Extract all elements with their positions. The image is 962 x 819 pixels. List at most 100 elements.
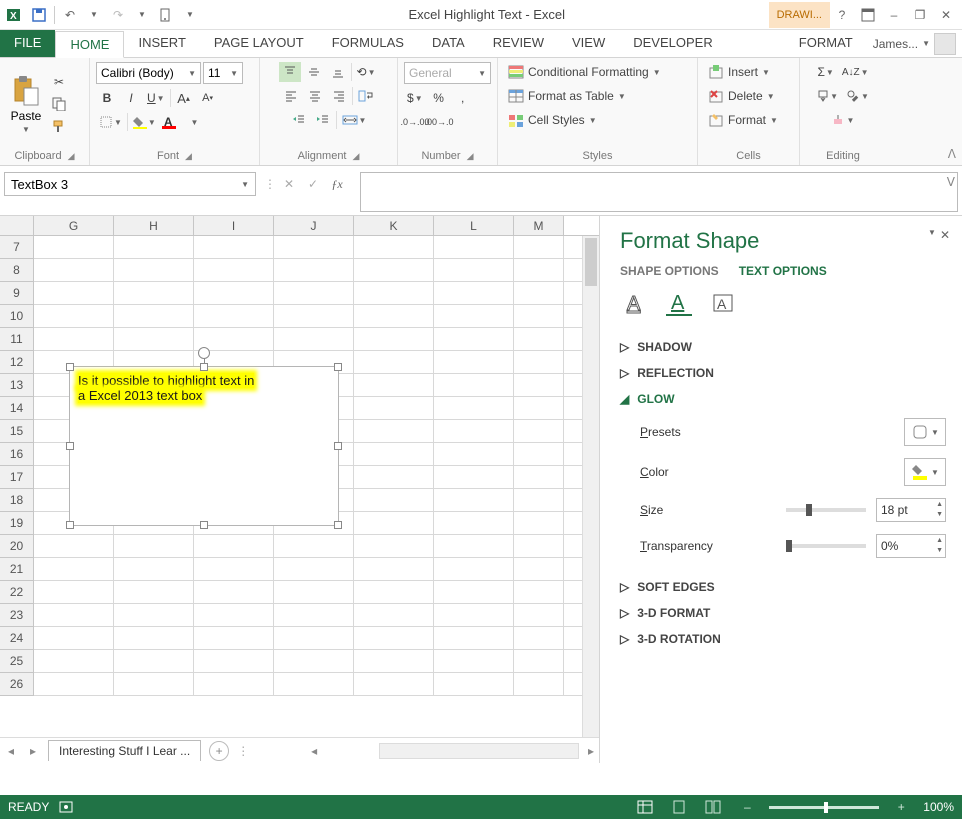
percent-format-icon[interactable]: % <box>428 88 450 108</box>
row-header[interactable]: 20 <box>0 535 34 558</box>
cell[interactable] <box>514 305 564 327</box>
cell[interactable] <box>114 282 194 304</box>
row-header[interactable]: 11 <box>0 328 34 351</box>
cell[interactable] <box>434 558 514 580</box>
cell[interactable] <box>434 443 514 465</box>
cell[interactable] <box>34 259 114 281</box>
glow-presets-button[interactable]: ▼ <box>904 418 946 446</box>
tab-formulas[interactable]: FORMULAS <box>318 30 418 57</box>
delete-cells-button[interactable]: Delete▼ <box>704 86 793 106</box>
zoom-slider-handle[interactable] <box>824 802 828 813</box>
select-all-triangle[interactable] <box>0 216 34 235</box>
cell[interactable] <box>434 397 514 419</box>
formula-bar[interactable]: ᐯ <box>360 172 958 212</box>
cell[interactable] <box>34 282 114 304</box>
row-header[interactable]: 13 <box>0 374 34 397</box>
section-3d-rotation[interactable]: ▷3-D ROTATION <box>620 626 946 652</box>
cell[interactable] <box>274 236 354 258</box>
cell[interactable] <box>434 351 514 373</box>
cell[interactable] <box>114 236 194 258</box>
cell[interactable] <box>434 650 514 672</box>
cell[interactable] <box>514 512 564 534</box>
sheet-nav-prev-icon[interactable]: ◂ <box>0 740 22 762</box>
cell[interactable] <box>514 397 564 419</box>
align-top-icon[interactable] <box>279 62 301 82</box>
decrease-font-icon[interactable]: A▾ <box>197 88 219 108</box>
spinner-icon[interactable]: ▲▼ <box>936 500 943 520</box>
cell[interactable] <box>114 673 194 695</box>
increase-font-icon[interactable]: A▴ <box>173 88 195 108</box>
cell[interactable] <box>34 328 114 350</box>
rotation-handle-icon[interactable] <box>198 347 210 359</box>
column-header[interactable]: I <box>194 216 274 235</box>
tab-view[interactable]: VIEW <box>558 30 619 57</box>
redo-dropdown-icon[interactable]: ▼ <box>131 4 153 26</box>
increase-decimal-icon[interactable]: .0→.00 <box>404 112 426 132</box>
sheet-nav-next-icon[interactable]: ▸ <box>22 740 44 762</box>
cell[interactable] <box>274 259 354 281</box>
cell[interactable] <box>434 420 514 442</box>
glow-color-button[interactable]: ▼ <box>904 458 946 486</box>
zoom-slider[interactable] <box>769 806 879 809</box>
format-cells-button[interactable]: Format▼ <box>704 110 793 130</box>
cell[interactable] <box>114 650 194 672</box>
glow-size-slider[interactable] <box>786 508 866 512</box>
row-header[interactable]: 14 <box>0 397 34 420</box>
cut-icon[interactable]: ✂ <box>48 72 70 92</box>
row-header[interactable]: 12 <box>0 351 34 374</box>
cell[interactable] <box>274 673 354 695</box>
close-button[interactable]: ✕ <box>934 3 958 27</box>
row-header[interactable]: 23 <box>0 604 34 627</box>
align-left-icon[interactable] <box>280 86 302 106</box>
cell[interactable] <box>194 604 274 626</box>
macro-record-icon[interactable] <box>59 800 75 814</box>
collapse-ribbon-icon[interactable]: ᐱ <box>948 147 956 161</box>
cell[interactable] <box>354 604 434 626</box>
textbox-shape[interactable]: Is it possible to highlight text in a Ex… <box>69 366 339 526</box>
tab-data[interactable]: DATA <box>418 30 479 57</box>
row-header[interactable]: 22 <box>0 581 34 604</box>
tab-format[interactable]: FORMAT <box>785 30 867 57</box>
text-options-tab[interactable]: TEXT OPTIONS <box>739 264 827 278</box>
page-layout-view-icon[interactable] <box>667 797 691 817</box>
insert-cells-button[interactable]: Insert▼ <box>704 62 793 82</box>
cell[interactable] <box>274 604 354 626</box>
pane-options-icon[interactable]: ▼ <box>928 228 936 242</box>
cell[interactable] <box>354 351 434 373</box>
tab-home[interactable]: HOME <box>55 31 124 58</box>
clipboard-launcher-icon[interactable]: ◢ <box>68 151 75 162</box>
cell[interactable] <box>354 443 434 465</box>
cell[interactable] <box>514 535 564 557</box>
cell[interactable] <box>354 558 434 580</box>
cell[interactable] <box>434 305 514 327</box>
glow-transparency-slider[interactable] <box>786 544 866 548</box>
resize-handle-sw[interactable] <box>66 521 74 529</box>
cell[interactable] <box>354 466 434 488</box>
format-as-table-button[interactable]: Format as Table▼ <box>504 86 691 106</box>
page-break-view-icon[interactable] <box>701 797 725 817</box>
vertical-scrollbar[interactable] <box>582 236 599 737</box>
cancel-formula-icon[interactable]: ✕ <box>278 174 300 194</box>
cell[interactable] <box>194 627 274 649</box>
cell[interactable] <box>34 535 114 557</box>
column-header[interactable]: K <box>354 216 434 235</box>
row-header[interactable]: 16 <box>0 443 34 466</box>
cell-styles-button[interactable]: Cell Styles▼ <box>504 110 691 130</box>
undo-icon[interactable]: ↶ <box>59 4 81 26</box>
number-format-select[interactable]: General▼ <box>404 62 491 84</box>
horizontal-scrollbar[interactable] <box>379 743 579 759</box>
column-header[interactable]: G <box>34 216 114 235</box>
resize-handle-ne[interactable] <box>334 363 342 371</box>
tab-developer[interactable]: DEVELOPER <box>619 30 726 57</box>
resize-handle-e[interactable] <box>334 442 342 450</box>
section-soft-edges[interactable]: ▷SOFT EDGES <box>620 574 946 600</box>
accounting-format-icon[interactable]: $▼ <box>404 88 426 108</box>
cell[interactable] <box>274 627 354 649</box>
column-header[interactable]: J <box>274 216 354 235</box>
cell[interactable] <box>434 673 514 695</box>
zoom-level[interactable]: 100% <box>923 800 954 814</box>
sort-filter-button[interactable]: A↓Z▼ <box>839 62 872 82</box>
touch-mode-icon[interactable] <box>155 4 177 26</box>
cell[interactable] <box>274 650 354 672</box>
autosum-button[interactable]: Σ▼ <box>814 62 836 82</box>
